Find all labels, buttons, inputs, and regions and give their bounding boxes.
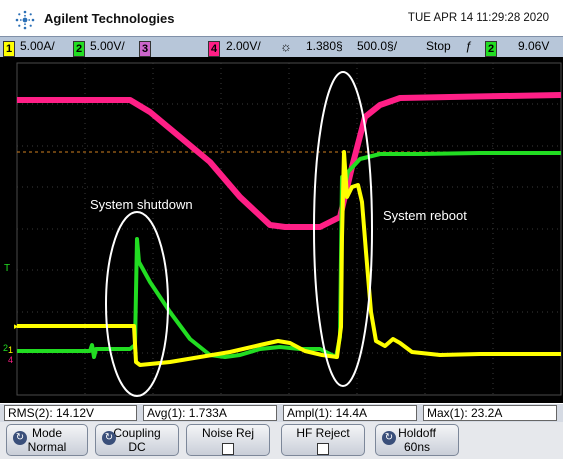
waveform-svg: System shutdown System reboot T 2 1 4 ▸ xyxy=(3,62,562,397)
trigger-delay: 1.380§ xyxy=(306,39,343,53)
ch4-scale: 2.00V/ xyxy=(226,39,261,53)
ch1-level-arrow: ▸ xyxy=(14,321,19,331)
ch1-scale: 5.00A/ xyxy=(20,39,55,53)
rotate-knob-icon: ↻ xyxy=(382,431,396,445)
ch1-ground-marker: 1 xyxy=(8,345,13,355)
trigger-level: 9.06V xyxy=(518,39,550,53)
reboot-label: System reboot xyxy=(383,208,467,223)
ch2-scale: 5.00V/ xyxy=(90,39,125,53)
measurement-rms[interactable]: RMS(2): 14.12V xyxy=(4,405,137,421)
timestamp: TUE APR 14 11:29:28 2020 xyxy=(407,12,549,24)
measurement-avg[interactable]: Avg(1): 1.733A xyxy=(143,405,277,421)
noise-reject-softkey[interactable]: Noise Rej xyxy=(186,424,270,456)
ch4-ground-marker: 4 xyxy=(8,355,13,365)
coupling-softkey[interactable]: ↻ Coupling DC xyxy=(95,424,179,456)
noise-reject-checkbox[interactable] xyxy=(222,443,234,455)
trigger-delay-sun-icon: ☼ xyxy=(280,39,292,54)
rotate-knob-icon: ↻ xyxy=(13,431,27,445)
measurement-bar: RMS(2): 14.12V Avg(1): 1.733A Ampl(1): 1… xyxy=(0,404,563,422)
trigger-edge-icon: ƒ xyxy=(465,39,472,53)
timebase: 500.0§/ xyxy=(357,39,398,53)
brand-name: Agilent Technologies xyxy=(44,11,175,26)
hf-reject-checkbox[interactable] xyxy=(317,443,329,455)
waveform-display[interactable]: System shutdown System reboot T 2 1 4 ▸ xyxy=(0,57,563,403)
mode-softkey[interactable]: ↻ Mode Normal xyxy=(6,424,88,456)
shutdown-label: System shutdown xyxy=(90,197,193,212)
title-bar: Agilent Technologies TUE APR 14 11:29:28… xyxy=(0,0,563,36)
holdoff-softkey[interactable]: ↻ Holdoff 60ns xyxy=(375,424,459,456)
run-state: Stop xyxy=(426,39,451,53)
rotate-knob-icon: ↻ xyxy=(102,431,116,445)
hf-reject-softkey[interactable]: HF Reject xyxy=(281,424,365,456)
measurement-max[interactable]: Max(1): 23.2A xyxy=(423,405,557,421)
agilent-spark-logo-icon xyxy=(15,10,35,30)
status-bar: 1 5.00A/ 2 5.00V/ 3 4 2.00V/ ☼ 1.380§ 50… xyxy=(0,36,563,58)
trigger-marker: T xyxy=(4,263,10,274)
softkey-bar: ↻ Mode Normal ↻ Coupling DC Noise Rej HF… xyxy=(0,422,563,459)
measurement-ampl[interactable]: Ampl(1): 14.4A xyxy=(283,405,417,421)
